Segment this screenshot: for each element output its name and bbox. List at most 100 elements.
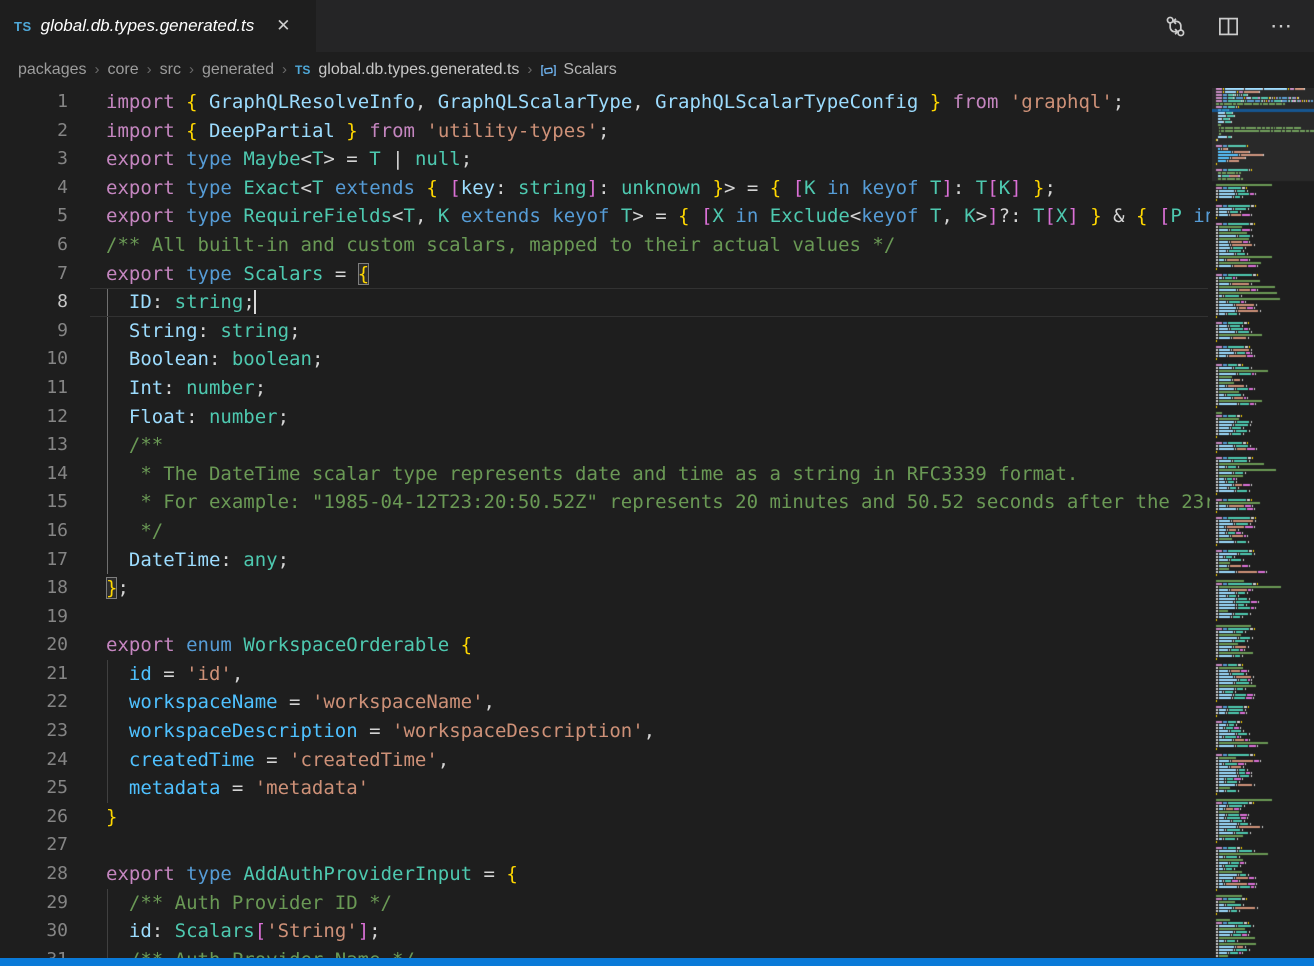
line-number[interactable]: 6 xyxy=(0,231,68,260)
code-line[interactable]: 5 export type RequireFields<T, K extends … xyxy=(0,202,1210,231)
code-text: ID: string; xyxy=(106,288,255,317)
breadcrumb: packages › core › src › generated › TS g… xyxy=(0,52,1314,88)
tab-bar: TS global.db.types.generated.ts ✕ ⋯ xyxy=(0,0,1314,52)
breadcrumb-src[interactable]: src xyxy=(160,61,181,79)
line-number[interactable]: 26 xyxy=(0,803,68,832)
code-line[interactable]: 17 DateTime: any; xyxy=(0,546,1210,575)
code-line[interactable]: 27 xyxy=(0,831,1210,860)
code-line[interactable]: 19 xyxy=(0,603,1210,632)
line-number[interactable]: 30 xyxy=(0,917,68,946)
code-text: * For example: "1985-04-12T23:20:50.52Z"… xyxy=(106,488,1210,517)
line-number[interactable]: 21 xyxy=(0,660,68,689)
breadcrumb-generated[interactable]: generated xyxy=(202,61,274,79)
line-number[interactable]: 8 xyxy=(0,288,68,317)
line-number[interactable]: 20 xyxy=(0,631,68,660)
line-number[interactable]: 22 xyxy=(0,688,68,717)
close-icon[interactable]: ✕ xyxy=(273,15,293,37)
breadcrumb-core[interactable]: core xyxy=(108,61,139,79)
code-line[interactable]: 14 * The DateTime scalar type represents… xyxy=(0,460,1210,489)
code-line[interactable]: 1 import { GraphQLResolveInfo, GraphQLSca… xyxy=(0,88,1210,117)
more-actions-icon[interactable]: ⋯ xyxy=(1270,21,1292,31)
code-line[interactable]: 8 ID: string; xyxy=(0,288,1210,317)
code-text: /** All built-in and custom scalars, map… xyxy=(106,231,895,260)
line-number[interactable]: 24 xyxy=(0,746,68,775)
code-line[interactable]: 6 /** All built-in and custom scalars, ma… xyxy=(0,231,1210,260)
code-text: /** xyxy=(106,431,163,460)
code-line[interactable]: 25 metadata = 'metadata' xyxy=(0,774,1210,803)
line-number[interactable]: 23 xyxy=(0,717,68,746)
code-line[interactable]: 16 */ xyxy=(0,517,1210,546)
code-line[interactable]: 24 createdTime = 'createdTime', xyxy=(0,746,1210,775)
line-number[interactable]: 25 xyxy=(0,774,68,803)
code-line[interactable]: 23 workspaceDescription = 'workspaceDesc… xyxy=(0,717,1210,746)
minimap[interactable] xyxy=(1212,88,1314,958)
breadcrumb-file[interactable]: global.db.types.generated.ts xyxy=(318,61,519,79)
line-number[interactable]: 31 xyxy=(0,946,68,958)
line-number[interactable]: 18 xyxy=(0,574,68,603)
code-line[interactable]: 2import { DeepPartial } from 'utility-ty… xyxy=(0,117,1210,146)
code-text: String: string; xyxy=(106,317,301,346)
breadcrumb-symbol[interactable]: Scalars xyxy=(540,61,616,79)
code-text: import { GraphQLResolveInfo, GraphQLScal… xyxy=(106,88,1124,117)
line-number[interactable]: 2 xyxy=(0,117,68,146)
breadcrumb-packages[interactable]: packages xyxy=(18,61,87,79)
line-number[interactable]: 13 xyxy=(0,431,68,460)
line-number[interactable]: 10 xyxy=(0,345,68,374)
line-number[interactable]: 3 xyxy=(0,145,68,174)
code-text: metadata = 'metadata' xyxy=(106,774,369,803)
code-line[interactable]: 3export type Maybe<T> = T | null; xyxy=(0,145,1210,174)
code-line[interactable]: 13 /** xyxy=(0,431,1210,460)
code-text: workspaceDescription = 'workspaceDescrip… xyxy=(106,717,655,746)
line-number[interactable]: 29 xyxy=(0,889,68,918)
typescript-file-icon: TS xyxy=(14,19,32,34)
code-line[interactable]: 12 Float: number; xyxy=(0,403,1210,432)
line-number[interactable]: 28 xyxy=(0,860,68,889)
code-line[interactable]: 15 * For example: "1985-04-12T23:20:50.5… xyxy=(0,488,1210,517)
line-number[interactable]: 9 xyxy=(0,317,68,346)
tab-global-db-types[interactable]: TS global.db.types.generated.ts ✕ xyxy=(0,0,316,52)
line-number[interactable]: 5 xyxy=(0,202,68,231)
line-number[interactable]: 17 xyxy=(0,546,68,575)
chevron-right-icon: › xyxy=(147,61,152,78)
code-line[interactable]: 22 workspaceName = 'workspaceName', xyxy=(0,688,1210,717)
line-number[interactable]: 27 xyxy=(0,831,68,860)
code-line[interactable]: 20 export enum WorkspaceOrderable { xyxy=(0,631,1210,660)
code-editor[interactable]: 1 import { GraphQLResolveInfo, GraphQLSca… xyxy=(0,88,1210,958)
code-line[interactable]: 21 id = 'id', xyxy=(0,660,1210,689)
code-text: workspaceName = 'workspaceName', xyxy=(106,688,495,717)
code-text: Float: number; xyxy=(106,403,289,432)
code-line[interactable]: 29 /** Auth Provider ID */ xyxy=(0,889,1210,918)
line-number[interactable]: 11 xyxy=(0,374,68,403)
line-number[interactable]: 19 xyxy=(0,603,68,632)
code-line[interactable]: 18}; xyxy=(0,574,1210,603)
code-text: id: Scalars['String']; xyxy=(106,917,381,946)
code-text: */ xyxy=(106,517,163,546)
open-changes-icon[interactable] xyxy=(1164,15,1187,38)
code-line[interactable]: 26} xyxy=(0,803,1210,832)
code-line[interactable]: 28export type AddAuthProviderInput = { xyxy=(0,860,1210,889)
line-number[interactable]: 16 xyxy=(0,517,68,546)
code-line[interactable]: 11 Int: number; xyxy=(0,374,1210,403)
line-number[interactable]: 4 xyxy=(0,174,68,203)
line-number[interactable]: 12 xyxy=(0,403,68,432)
code-line[interactable]: 7export type Scalars = { xyxy=(0,260,1210,289)
editor-actions: ⋯ xyxy=(1164,0,1314,52)
code-line[interactable]: 10 Boolean: boolean; xyxy=(0,345,1210,374)
code-text: export type RequireFields<T, K extends k… xyxy=(106,202,1210,231)
code-text: export enum WorkspaceOrderable { xyxy=(106,631,472,660)
chevron-right-icon: › xyxy=(282,61,287,78)
code-lines: 1 import { GraphQLResolveInfo, GraphQLSca… xyxy=(0,88,1210,958)
line-number[interactable]: 1 xyxy=(0,88,68,117)
code-line[interactable]: 30 id: Scalars['String']; xyxy=(0,917,1210,946)
line-number[interactable]: 14 xyxy=(0,460,68,489)
symbol-variable-icon xyxy=(540,62,557,79)
line-number[interactable]: 7 xyxy=(0,260,68,289)
split-editor-icon[interactable] xyxy=(1217,15,1240,38)
code-text: createdTime = 'createdTime', xyxy=(106,746,449,775)
line-number[interactable]: 15 xyxy=(0,488,68,517)
chevron-right-icon: › xyxy=(95,61,100,78)
code-line[interactable]: 31 /** Auth Provider Name */ xyxy=(0,946,1210,958)
code-line[interactable]: 4export type Exact<T extends { [key: str… xyxy=(0,174,1210,203)
code-text: } xyxy=(106,803,117,832)
code-line[interactable]: 9 String: string; xyxy=(0,317,1210,346)
